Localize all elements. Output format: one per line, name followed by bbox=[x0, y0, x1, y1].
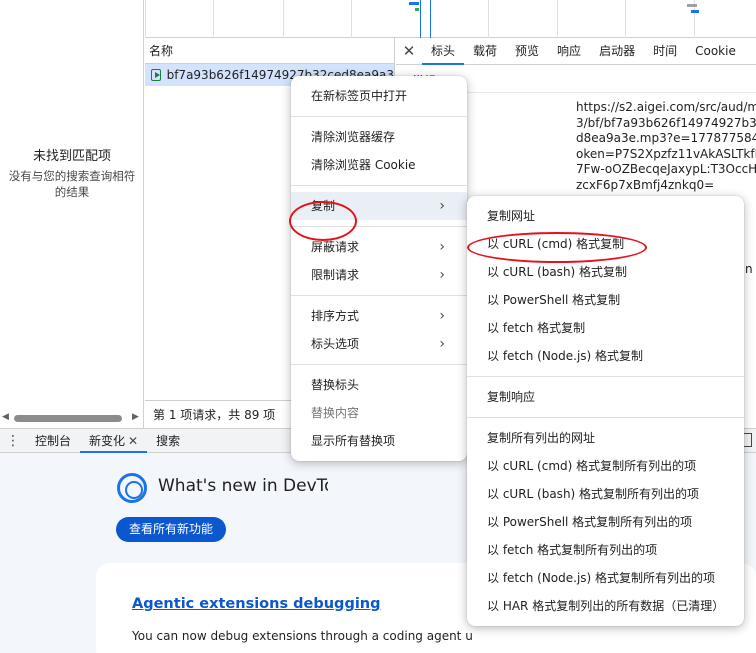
request-url-value: https://s2.aigei.com/src/aud/mp 3/bf/bf7… bbox=[576, 100, 756, 192]
chevron-right-icon: › bbox=[439, 239, 445, 255]
no-match-title: 未找到匹配项 bbox=[32, 149, 111, 164]
chevron-right-icon: › bbox=[439, 198, 445, 214]
tab-whats-new[interactable]: 新变化 ✕ bbox=[80, 429, 148, 453]
menu-copy-all-urls[interactable]: 复制所有列出的网址 bbox=[467, 424, 744, 452]
menu-sort-by[interactable]: 排序方式 › bbox=[291, 302, 467, 330]
tab-preview[interactable]: 预览 bbox=[506, 38, 548, 65]
menu-show-all-overrides[interactable]: 显示所有替换项 bbox=[291, 427, 467, 455]
menu-header-options[interactable]: 标头选项 › bbox=[291, 330, 467, 358]
menu-copy-all-as-curl-bash[interactable]: 以 cURL (bash) 格式复制所有列出的项 bbox=[467, 480, 744, 508]
menu-copy-all-as-fetch-node[interactable]: 以 fetch (Node.js) 格式复制所有列出的项 bbox=[467, 564, 744, 592]
menu-copy-response[interactable]: 复制响应 bbox=[467, 383, 744, 411]
chevron-right-icon: › bbox=[439, 267, 445, 283]
tab-payload[interactable]: 载荷 bbox=[464, 38, 506, 65]
request-detail-tabs: ✕ 标头 载荷 预览 响应 启动器 时间 Cookie bbox=[396, 38, 756, 65]
menu-copy-as-powershell[interactable]: 以 PowerShell 格式复制 bbox=[467, 286, 744, 314]
chevron-right-icon: › bbox=[439, 336, 445, 352]
menu-clear-cookies[interactable]: 清除浏览器 Cookie bbox=[291, 151, 467, 179]
tab-cookies[interactable]: Cookie bbox=[686, 38, 745, 65]
menu-override-headers[interactable]: 替换标头 bbox=[291, 371, 467, 399]
request-context-menu: 在新标签页中打开 清除浏览器缓存 清除浏览器 Cookie 复制 › 屏蔽请求 › … bbox=[291, 76, 467, 461]
see-all-features-button[interactable]: 查看所有新功能 bbox=[116, 517, 226, 542]
more-options-icon[interactable]: ⋮ bbox=[0, 433, 26, 449]
name-column-header[interactable]: 名称 bbox=[145, 38, 394, 64]
menu-copy-as-fetch[interactable]: 以 fetch 格式复制 bbox=[467, 314, 744, 342]
menu-throttle-requests[interactable]: 限制请求 › bbox=[291, 261, 467, 289]
chevron-right-icon: › bbox=[439, 308, 445, 324]
annotation-ellipse-copy bbox=[289, 201, 357, 241]
chrome-logo-icon bbox=[117, 473, 147, 503]
tab-console[interactable]: 控制台 bbox=[26, 429, 80, 453]
menu-copy-as-fetch-node[interactable]: 以 fetch (Node.js) 格式复制 bbox=[467, 342, 744, 370]
tab-timing[interactable]: 时间 bbox=[644, 38, 686, 65]
scrollbar-thumb[interactable] bbox=[14, 415, 122, 422]
truncated-text: n bbox=[745, 262, 753, 276]
menu-override-content: 替换内容 bbox=[311, 406, 360, 420]
menu-copy-url[interactable]: 复制网址 bbox=[467, 202, 744, 230]
media-file-icon bbox=[151, 69, 161, 81]
horizontal-scrollbar[interactable]: ◀ ▶ bbox=[0, 410, 144, 426]
close-icon[interactable]: ✕ bbox=[128, 434, 138, 448]
tab-search[interactable]: 搜索 bbox=[147, 429, 189, 453]
scroll-left-icon[interactable]: ◀ bbox=[2, 412, 9, 422]
network-filter-pane: 未找到匹配项 没有与您的搜索查询相符的结果 ◀ ▶ bbox=[0, 0, 144, 428]
tab-headers[interactable]: 标头 bbox=[422, 38, 465, 65]
scroll-right-icon[interactable]: ▶ bbox=[132, 412, 139, 422]
close-icon[interactable]: ✕ bbox=[396, 42, 422, 60]
menu-copy-all-as-powershell[interactable]: 以 PowerShell 格式复制所有列出的项 bbox=[467, 508, 744, 536]
feature-card-text: You can now debug extensions through a c… bbox=[132, 629, 472, 643]
tab-response[interactable]: 响应 bbox=[548, 38, 590, 65]
menu-open-in-new-tab[interactable]: 在新标签页中打开 bbox=[291, 82, 467, 110]
menu-copy-as-curl-bash[interactable]: 以 cURL (bash) 格式复制 bbox=[467, 258, 744, 286]
menu-copy-all-as-curl-cmd[interactable]: 以 cURL (cmd) 格式复制所有列出的项 bbox=[467, 452, 744, 480]
menu-copy-all-as-fetch[interactable]: 以 fetch 格式复制所有列出的项 bbox=[467, 536, 744, 564]
menu-clear-cache[interactable]: 清除浏览器缓存 bbox=[291, 123, 467, 151]
no-match-description: 没有与您的搜索查询相符的结果 bbox=[8, 169, 136, 199]
network-overview-waterfall[interactable] bbox=[145, 0, 756, 38]
feature-card-title[interactable]: Agentic extensions debugging bbox=[132, 596, 381, 612]
whats-new-heading: What's new in DevTools bbox=[158, 476, 328, 496]
menu-copy-all-as-har[interactable]: 以 HAR 格式复制列出的所有数据（已清理） bbox=[467, 592, 744, 620]
annotation-ellipse-curl-cmd bbox=[467, 232, 647, 263]
tab-initiator[interactable]: 启动器 bbox=[590, 38, 644, 65]
